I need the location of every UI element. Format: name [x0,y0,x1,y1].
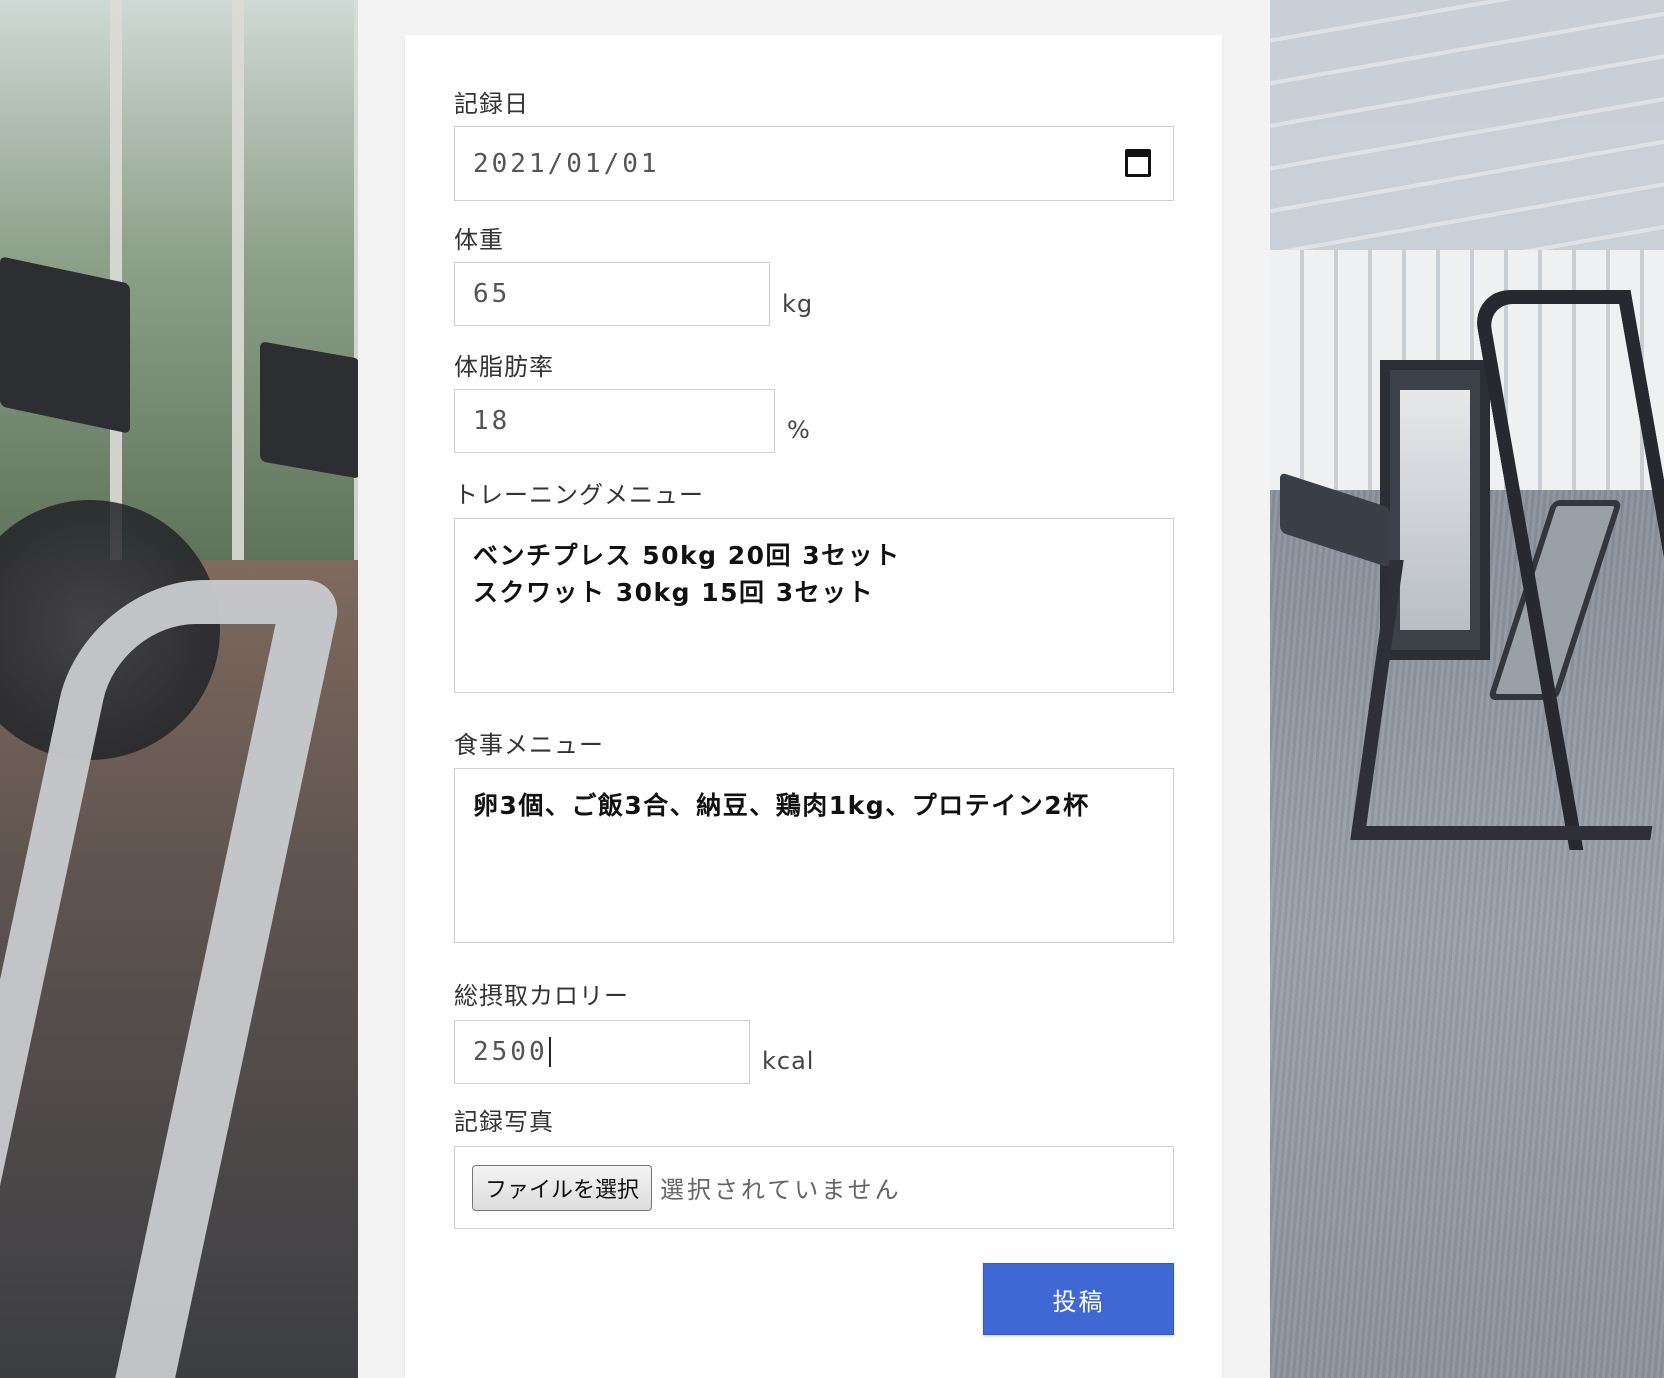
weight-input[interactable]: 65 [454,262,770,326]
text-caret [548,1037,551,1067]
date-label: 記録日 [454,90,529,118]
body-fat-label: 体脂肪率 [454,353,554,381]
calories-unit: kcal [762,1047,815,1075]
submit-button[interactable]: 投稿 [983,1263,1174,1335]
weight-label: 体重 [454,226,504,254]
photo-file-input[interactable]: ファイルを選択 選択されていません [454,1146,1174,1229]
body-fat-value: 18 [473,406,511,436]
calendar-icon[interactable] [1125,149,1151,177]
record-form-card: 記録日 2021/01/01 体重 65 kg 体脂肪率 18 % トレーニング… [405,35,1222,1378]
weight-value: 65 [473,279,511,309]
photo-label: 記録写真 [454,1108,554,1136]
date-input[interactable]: 2021/01/01 [454,126,1174,201]
choose-file-button[interactable]: ファイルを選択 [472,1164,653,1211]
calories-label: 総摂取カロリー [454,982,629,1010]
gym-photo-left [0,0,358,1378]
file-status-text: 選択されていません [660,1176,902,1204]
gym-photo-right [1270,0,1664,1378]
meal-textarea[interactable]: 卵3個、ご飯3合、納豆、鶏肉1kg、プロテイン2杯 [454,768,1174,943]
meal-label: 食事メニュー [454,731,604,759]
training-label: トレーニングメニュー [454,481,704,509]
body-fat-unit: % [787,416,811,444]
calories-value: 2500 [473,1037,548,1067]
calories-input[interactable]: 2500 [454,1020,750,1084]
date-value: 2021/01/01 [473,148,660,179]
weight-unit: kg [782,290,814,318]
body-fat-input[interactable]: 18 [454,389,775,453]
training-textarea[interactable]: ベンチプレス 50kg 20回 3セット スクワット 30kg 15回 3セット [454,518,1174,693]
